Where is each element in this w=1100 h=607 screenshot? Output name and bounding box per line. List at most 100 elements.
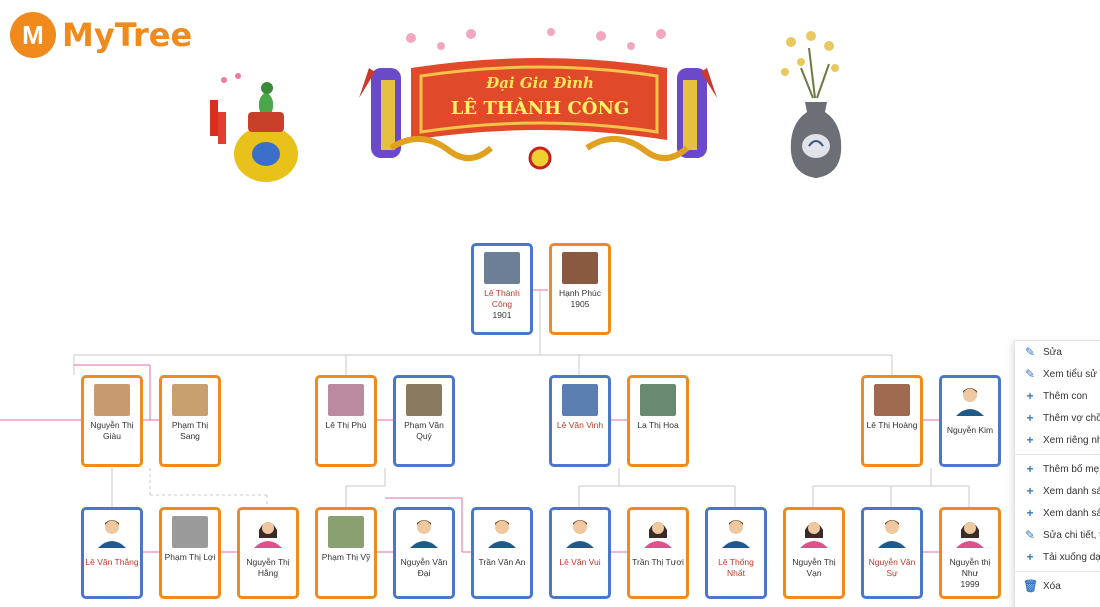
trash-icon: 🗑 bbox=[1023, 579, 1039, 593]
edit-icon: ✎ bbox=[1024, 345, 1036, 359]
person-card[interactable]: Lê Văn Thắng bbox=[81, 507, 143, 599]
person-name: Nguyễn Văn Sự bbox=[868, 557, 916, 578]
vase-left-icon bbox=[210, 73, 298, 182]
person-card[interactable]: Lê Văn Vui bbox=[549, 507, 611, 599]
menu-item-add-child[interactable]: + Thêm con bbox=[1015, 385, 1100, 407]
banner-title: LÊ THÀNH CÔNG bbox=[450, 98, 630, 119]
person-card[interactable]: Lê Thị Hoàng bbox=[861, 375, 923, 467]
person-photo bbox=[94, 384, 130, 416]
menu-item-label: Xem danh sá bbox=[1043, 485, 1100, 497]
female-avatar-icon bbox=[952, 516, 988, 548]
menu-item-label: Thêm bố mẹ bbox=[1043, 463, 1100, 475]
menu-item-label: Sửa bbox=[1043, 346, 1062, 358]
person-name: Nguyễn Văn Đại bbox=[400, 557, 448, 578]
person-name: Lê Thành Công bbox=[484, 288, 520, 309]
person-card[interactable]: Phạm Thị Sang bbox=[159, 375, 221, 467]
context-menu: ✎ Sửa ✎ Xem tiểu sử + Thêm con + Thêm vợ chồ… bbox=[1014, 340, 1100, 607]
vase-right-icon bbox=[781, 31, 842, 178]
female-avatar-icon bbox=[640, 516, 676, 548]
person-name: Phạm Thị Lợi bbox=[164, 552, 216, 562]
person-name: Nguyễn Kim bbox=[946, 425, 994, 435]
person-photo bbox=[172, 516, 208, 548]
person-name: Phạm Thị Vỹ bbox=[321, 552, 371, 562]
mytree-logo[interactable]: M MyTree bbox=[10, 12, 192, 58]
person-card[interactable]: La Thị Hoa bbox=[627, 375, 689, 467]
person-card[interactable]: Nguyễn Thị Hằng bbox=[237, 507, 299, 599]
logo-mark-icon: M bbox=[10, 12, 56, 58]
person-card[interactable]: Trần Văn An bbox=[471, 507, 533, 599]
person-name: Nguyễn Thị Giàu bbox=[90, 420, 134, 441]
menu-item-add-parents[interactable]: + Thêm bố mẹ bbox=[1015, 458, 1100, 480]
logo-name: MyTree bbox=[62, 16, 193, 54]
person-card[interactable]: Nguyễn Văn Đại bbox=[393, 507, 455, 599]
person-card[interactable]: Trần Thị Tươi bbox=[627, 507, 689, 599]
person-name: Lê Thị Hoàng bbox=[866, 420, 918, 430]
menu-item-view-separate[interactable]: + Xem riêng nh bbox=[1015, 429, 1100, 451]
person-card[interactable]: Phạm Thị Lợi bbox=[159, 507, 221, 599]
person-name: Trần Thị Tươi bbox=[632, 557, 684, 567]
person-name: Lê Thống Nhất bbox=[718, 557, 754, 578]
person-photo bbox=[172, 384, 208, 416]
person-card[interactable]: Phạm Văn Quý bbox=[393, 375, 455, 467]
menu-item-delete[interactable]: 🗑 Xóa bbox=[1015, 575, 1100, 597]
person-card[interactable]: Phạm Thị Vỹ bbox=[315, 507, 377, 599]
person-card[interactable]: Lê Thị Phú bbox=[315, 375, 377, 467]
person-card[interactable]: Lê Thành Công 1901 bbox=[471, 243, 533, 335]
plus-icon: + bbox=[1026, 389, 1034, 403]
person-photo bbox=[484, 252, 520, 284]
plus-icon: + bbox=[1026, 550, 1034, 564]
person-card[interactable]: Lê Thống Nhất bbox=[705, 507, 767, 599]
person-year: 1905 bbox=[570, 299, 590, 309]
male-avatar-icon bbox=[952, 384, 988, 416]
person-card[interactable]: Hạnh Phúc 1905 bbox=[549, 243, 611, 335]
person-year: 1999 bbox=[960, 579, 980, 589]
family-banner: Đại Gia Đình LÊ THÀNH CÔNG bbox=[196, 22, 860, 182]
menu-item-label: Xem danh sá bbox=[1043, 507, 1100, 519]
plus-icon: + bbox=[1026, 484, 1034, 498]
banner-subtitle: Đại Gia Đình bbox=[486, 74, 594, 92]
menu-item-add-spouse[interactable]: + Thêm vợ chồ bbox=[1015, 407, 1100, 429]
menu-item-view-bio[interactable]: ✎ Xem tiểu sử bbox=[1015, 363, 1100, 385]
male-avatar-icon bbox=[94, 516, 130, 548]
male-avatar-icon bbox=[718, 516, 754, 548]
menu-item-download[interactable]: + Tải xuống dạ bbox=[1015, 546, 1100, 568]
menu-item-label: Thêm vợ chồ bbox=[1043, 412, 1100, 424]
person-name: Nguyễn Thị Hằng bbox=[246, 557, 290, 578]
person-name: Hạnh Phúc bbox=[558, 288, 602, 298]
person-name: La Thị Hoa bbox=[637, 420, 679, 430]
person-name: Nguyễn Thị Vạn bbox=[792, 557, 836, 578]
menu-item-label: Thêm con bbox=[1043, 390, 1088, 402]
person-name: Lê Văn Thắng bbox=[85, 557, 139, 567]
menu-item-edit[interactable]: ✎ Sửa bbox=[1015, 341, 1100, 363]
person-photo bbox=[562, 252, 598, 284]
person-card[interactable]: Nguyễn Thị Giàu bbox=[81, 375, 143, 467]
menu-item-view-list-2[interactable]: + Xem danh sá bbox=[1015, 502, 1100, 524]
male-avatar-icon bbox=[874, 516, 910, 548]
menu-item-label: Xóa bbox=[1043, 580, 1061, 592]
person-year: 1901 bbox=[492, 310, 512, 320]
person-name: Lê Văn Vui bbox=[559, 557, 601, 567]
person-card[interactable]: Nguyễn Thị Vạn bbox=[783, 507, 845, 599]
menu-item-edit-details[interactable]: ✎ Sửa chi tiết, t bbox=[1015, 524, 1100, 546]
menu-item-label: Xem riêng nh bbox=[1043, 434, 1100, 446]
person-photo bbox=[406, 384, 442, 416]
person-card[interactable]: Nguyễn thị Như 1999 bbox=[939, 507, 1001, 599]
person-name: Phạm Thị Sang bbox=[171, 420, 209, 441]
female-avatar-icon bbox=[250, 516, 286, 548]
female-avatar-icon bbox=[796, 516, 832, 548]
person-card[interactable]: Nguyễn Văn Sự bbox=[861, 507, 923, 599]
plus-icon: + bbox=[1026, 433, 1034, 447]
male-avatar-icon bbox=[484, 516, 520, 548]
person-card[interactable]: Nguyễn Kim bbox=[939, 375, 1001, 467]
person-name: Phạm Văn Quý bbox=[404, 420, 444, 441]
person-card[interactable]: Lê Văn Vinh bbox=[549, 375, 611, 467]
menu-item-view-list-1[interactable]: + Xem danh sá bbox=[1015, 480, 1100, 502]
person-photo bbox=[874, 384, 910, 416]
family-tree: Lê Thành Công 1901 Hạnh Phúc 1905 Nguyễn… bbox=[0, 190, 1100, 607]
person-photo bbox=[328, 516, 364, 548]
menu-item-label: Sửa chi tiết, t bbox=[1043, 529, 1100, 541]
menu-item-label: Tải xuống dạ bbox=[1043, 551, 1100, 563]
person-name: Trần Văn An bbox=[478, 557, 526, 567]
person-name: Nguyễn thị Như bbox=[949, 557, 991, 578]
person-name: Lê Thị Phú bbox=[325, 420, 367, 430]
